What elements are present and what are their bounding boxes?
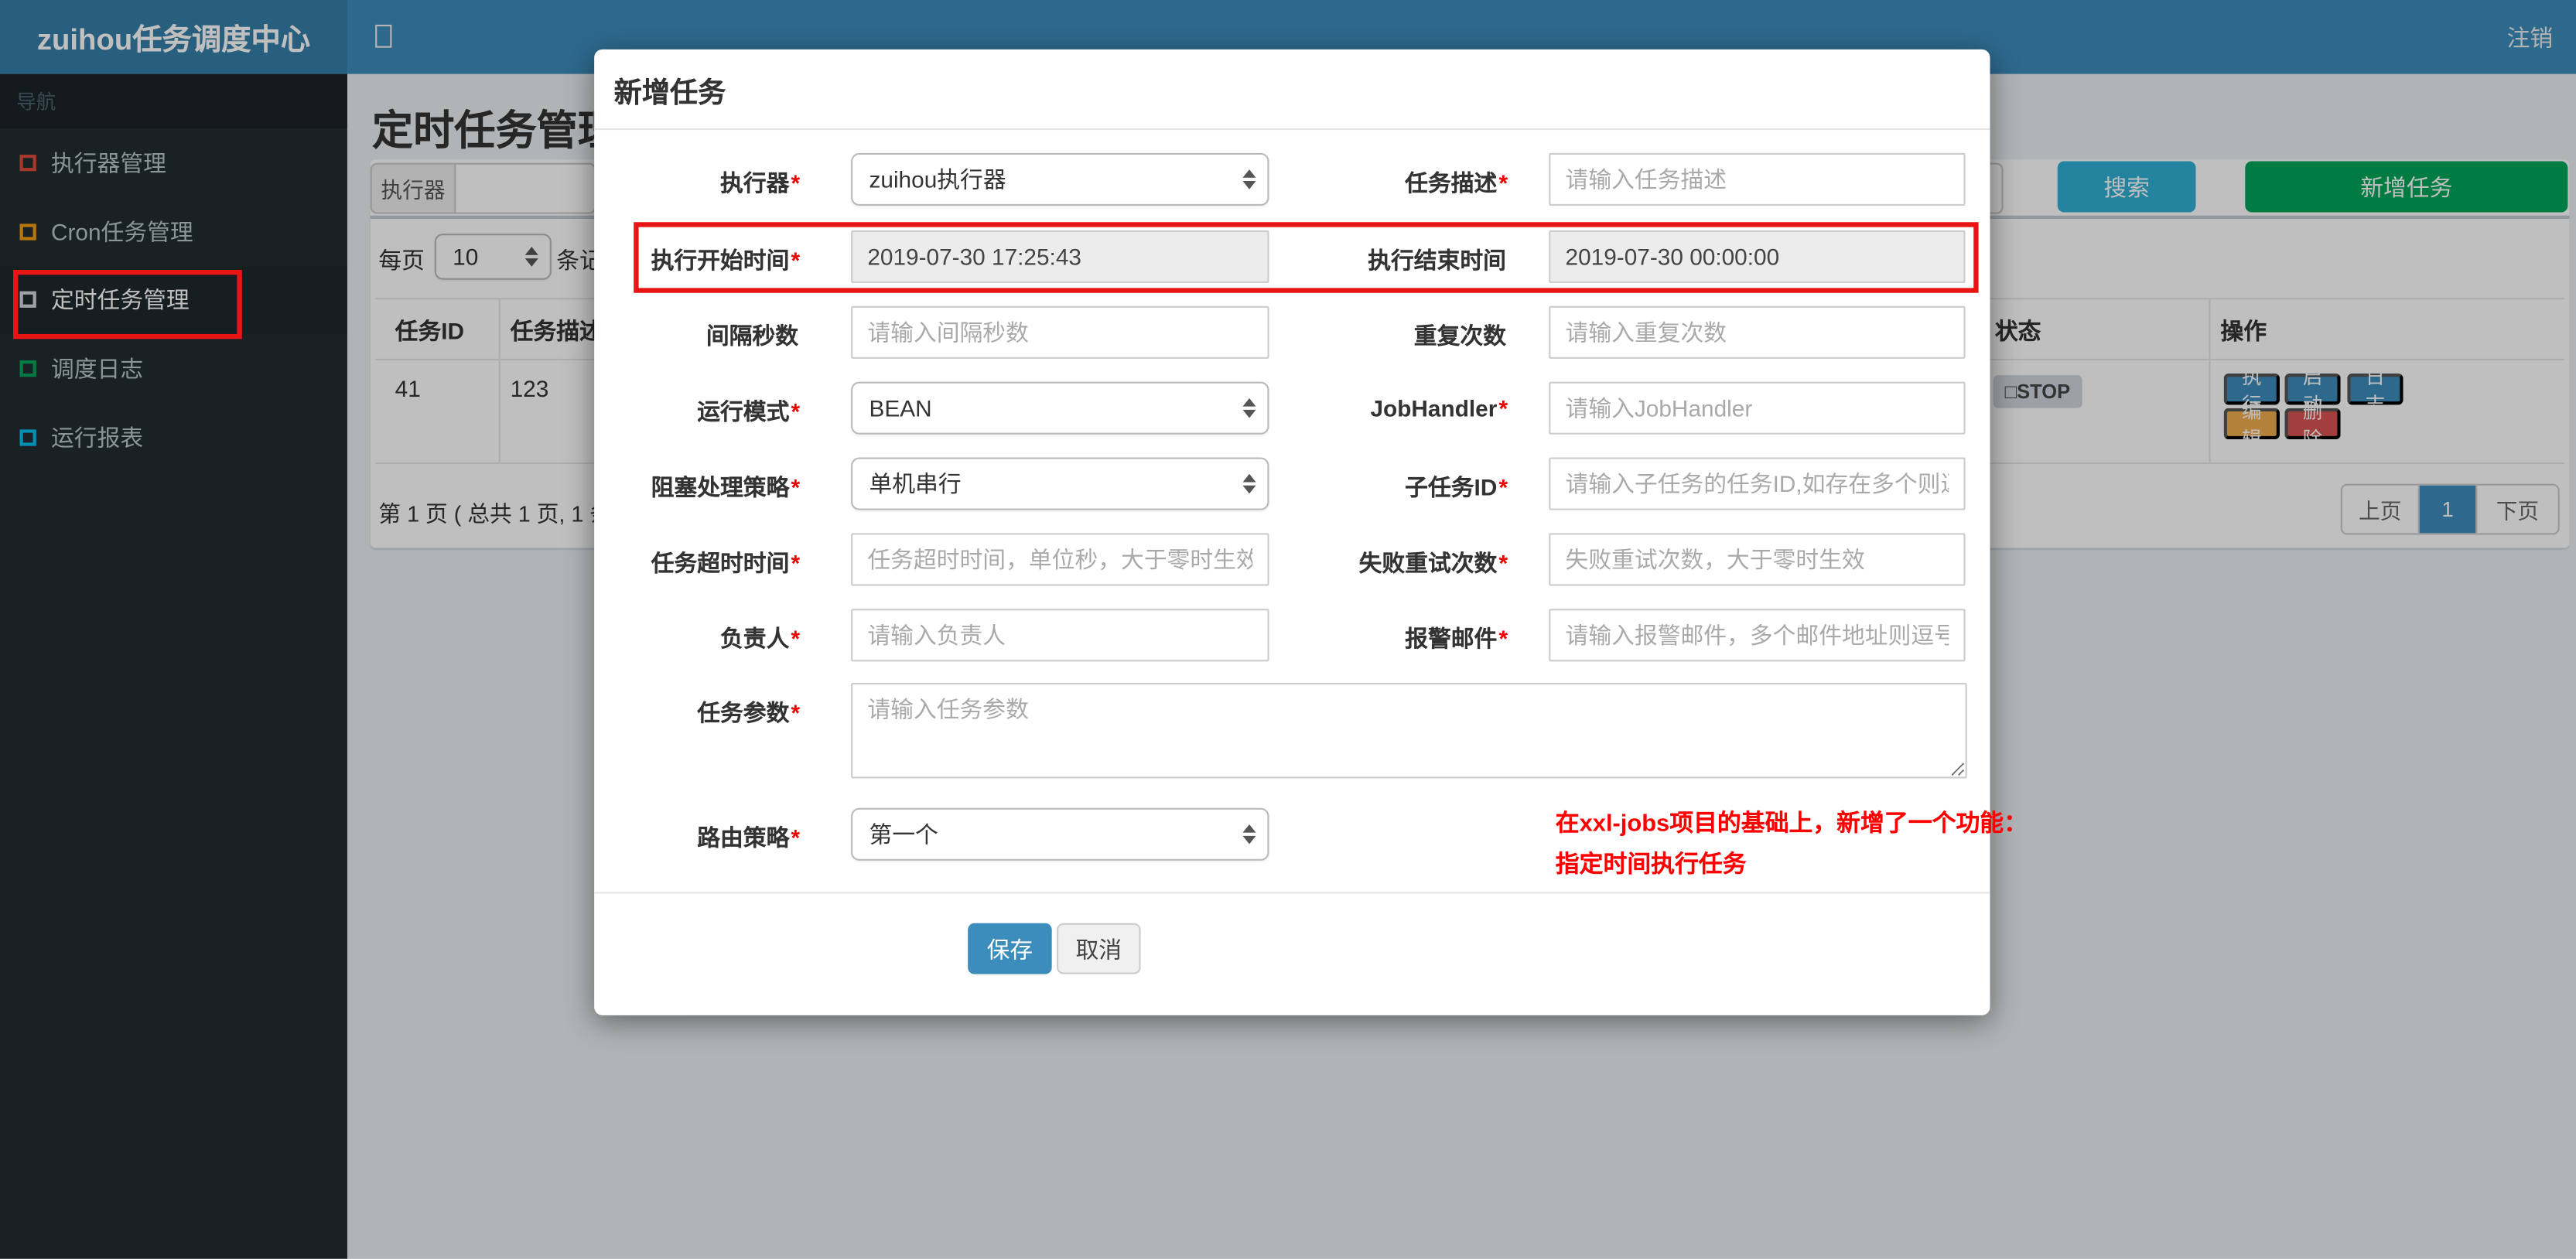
select-stepper-icon bbox=[1241, 824, 1256, 844]
end-time-input[interactable] bbox=[1549, 230, 1966, 283]
jobhandler-input[interactable] bbox=[1549, 381, 1966, 435]
task-param-textarea[interactable] bbox=[851, 683, 1967, 779]
retry-label: 失败重试次数 * bbox=[1358, 549, 1508, 576]
repeat-input[interactable] bbox=[1549, 305, 1966, 359]
alarm-email-input[interactable] bbox=[1549, 609, 1966, 662]
divider bbox=[594, 128, 1990, 131]
retry-input[interactable] bbox=[1549, 533, 1966, 586]
child-task-input[interactable] bbox=[1549, 457, 1966, 510]
feature-note-line2: 指定时间执行任务 bbox=[1555, 852, 1747, 879]
divider bbox=[594, 892, 1990, 894]
timeout-label: 任务超时时间 * bbox=[651, 549, 801, 576]
block-strategy-label: 阻塞处理策略 * bbox=[651, 473, 801, 500]
add-task-modal: 新增任务 执行器* zuihou执行器 任务描述* 执行开始时间* 执行结束时间… bbox=[594, 49, 2028, 1015]
jobhandler-label: JobHandler * bbox=[1370, 394, 1508, 421]
modal-title: 新增任务 bbox=[613, 77, 726, 109]
app: zuihou任务调度中心 注销 导航 执行器管理 Cron任务管理 定时任务管理… bbox=[0, 0, 2576, 1259]
owner-label: 负责人 * bbox=[720, 625, 801, 652]
child-task-label: 子任务ID * bbox=[1405, 473, 1508, 500]
task-param-label: 任务参数 * bbox=[697, 699, 801, 726]
end-time-label: 执行结束时间 bbox=[1368, 247, 1506, 274]
run-mode-label: 运行模式 * bbox=[697, 397, 801, 425]
save-button[interactable]: 保存 bbox=[968, 923, 1052, 974]
feature-note-line1: 在xxl-jobs项目的基础上，新增了一个功能： bbox=[1555, 811, 2028, 838]
cancel-button[interactable]: 取消 bbox=[1057, 923, 1141, 974]
job-desc-label: 任务描述 * bbox=[1405, 169, 1508, 196]
interval-label: 间隔秒数 bbox=[705, 322, 798, 350]
route-strategy-select[interactable]: 第一个 bbox=[851, 807, 1269, 861]
feature-note: 在xxl-jobs项目的基础上，新增了一个功能： 指定时间执行任务 bbox=[1556, 804, 2028, 886]
job-desc-input[interactable] bbox=[1549, 152, 1966, 206]
alarm-email-label: 报警邮件 * bbox=[1405, 625, 1508, 652]
repeat-label: 重复次数 bbox=[1413, 322, 1506, 350]
start-time-label: 执行开始时间 * bbox=[651, 247, 801, 274]
route-strategy-label: 路由策略 * bbox=[697, 824, 801, 851]
executor-label: 执行器 * bbox=[720, 169, 801, 196]
